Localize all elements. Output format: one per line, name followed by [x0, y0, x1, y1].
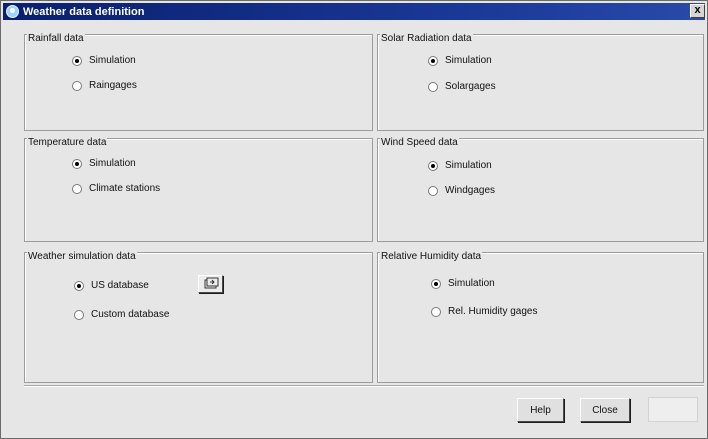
- humidity-simulation-option[interactable]: Simulation: [431, 278, 495, 289]
- open-folder-icon: [204, 277, 219, 289]
- temperature-simulation-radio[interactable]: [72, 158, 82, 169]
- humidity-gages-option[interactable]: Rel. Humidity gages: [431, 306, 537, 317]
- rainfall-data-group: Rainfall data Simulation Raingages: [24, 34, 373, 131]
- temperature-climate-stations-option[interactable]: Climate stations: [72, 183, 160, 194]
- close-button[interactable]: Close: [580, 398, 630, 422]
- wind-simulation-label: Simulation: [445, 160, 492, 171]
- solar-simulation-option[interactable]: Simulation: [428, 55, 492, 66]
- wind-windgages-label: Windgages: [445, 185, 496, 196]
- rainfall-raingages-radio[interactable]: [72, 80, 82, 91]
- rainfall-raingages-option[interactable]: Raingages: [72, 80, 137, 91]
- wind-simulation-radio[interactable]: [428, 160, 438, 171]
- close-window-button[interactable]: x: [690, 4, 705, 18]
- rainfall-simulation-label: Simulation: [89, 55, 136, 66]
- us-database-option[interactable]: US database: [74, 280, 149, 291]
- wind-group-title: Wind Speed data: [380, 137, 459, 148]
- wind-simulation-option[interactable]: Simulation: [428, 160, 492, 171]
- rainfall-group-title: Rainfall data: [27, 33, 85, 44]
- rainfall-simulation-option[interactable]: Simulation: [72, 55, 136, 66]
- wind-speed-data-group: Wind Speed data Simulation Windgages: [377, 138, 704, 242]
- humidity-group-title: Relative Humidity data: [380, 251, 483, 262]
- us-database-radio[interactable]: [74, 280, 84, 291]
- custom-database-radio[interactable]: [74, 309, 84, 320]
- custom-database-label: Custom database: [91, 309, 170, 320]
- temperature-climate-stations-label: Climate stations: [89, 183, 161, 194]
- rainfall-simulation-radio[interactable]: [72, 55, 82, 66]
- solar-group-title: Solar Radiation data: [380, 33, 473, 44]
- humidity-simulation-radio[interactable]: [431, 278, 441, 289]
- solar-simulation-radio[interactable]: [428, 55, 438, 66]
- temperature-data-group: Temperature data Simulation Climate stat…: [24, 138, 373, 242]
- rainfall-raingages-label: Raingages: [89, 80, 137, 91]
- solar-radiation-data-group: Solar Radiation data Simulation Solargag…: [377, 34, 704, 131]
- database-browse-button[interactable]: [198, 275, 223, 293]
- custom-database-option[interactable]: Custom database: [74, 309, 169, 320]
- temperature-simulation-option[interactable]: Simulation: [72, 158, 136, 169]
- humidity-gages-label: Rel. Humidity gages: [448, 306, 538, 317]
- wind-windgages-option[interactable]: Windgages: [428, 185, 495, 196]
- humidity-simulation-label: Simulation: [448, 278, 495, 289]
- wind-windgages-radio[interactable]: [428, 185, 438, 196]
- weather-app-icon: [6, 5, 19, 18]
- solar-simulation-label: Simulation: [445, 55, 492, 66]
- title-bar[interactable]: Weather data definition x: [3, 3, 705, 20]
- relative-humidity-data-group: Relative Humidity data Simulation Rel. H…: [377, 252, 704, 383]
- weather-simulation-data-group: Weather simulation data US database Cust…: [24, 252, 373, 383]
- weather-simulation-group-title: Weather simulation data: [27, 251, 137, 262]
- disabled-button: [648, 397, 698, 422]
- solar-solargages-radio[interactable]: [428, 81, 438, 92]
- solar-solargages-option[interactable]: Solargages: [428, 81, 496, 92]
- help-button[interactable]: Help: [517, 398, 564, 422]
- solar-solargages-label: Solargages: [445, 81, 496, 92]
- humidity-gages-radio[interactable]: [431, 306, 441, 317]
- window-title: Weather data definition: [23, 5, 145, 18]
- us-database-label: US database: [91, 280, 149, 291]
- temperature-group-title: Temperature data: [27, 137, 108, 148]
- weather-data-definition-dialog: Weather data definition x Rainfall data …: [0, 0, 708, 439]
- footer-separator: [24, 385, 704, 387]
- temperature-climate-stations-radio[interactable]: [72, 183, 82, 194]
- temperature-simulation-label: Simulation: [89, 158, 136, 169]
